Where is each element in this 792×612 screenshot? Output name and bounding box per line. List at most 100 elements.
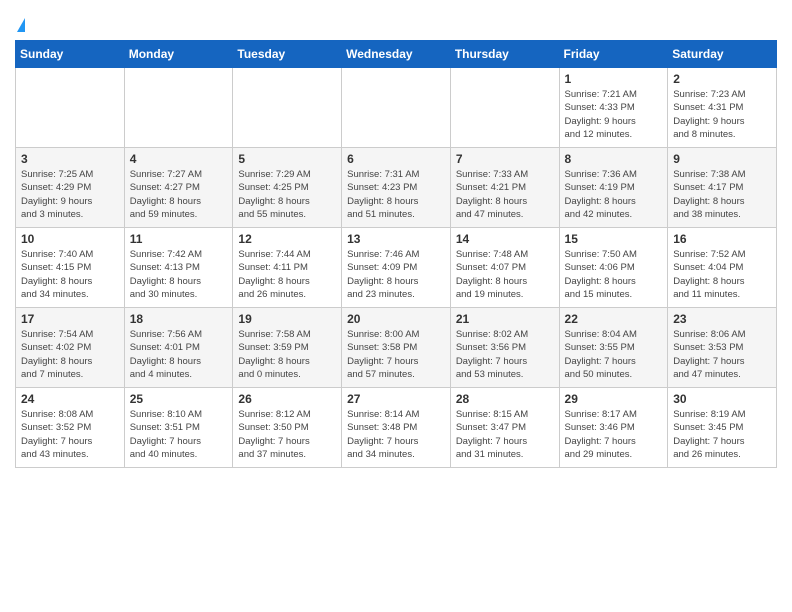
day-info: Sunrise: 8:06 AM Sunset: 3:53 PM Dayligh… <box>673 328 771 381</box>
calendar-cell: 10 Sunrise: 7:40 AM Sunset: 4:15 PM Dayli… <box>16 228 125 308</box>
calendar-cell: 11Sunrise: 7:42 AM Sunset: 4:13 PM Dayli… <box>124 228 233 308</box>
calendar-cell: 4 Sunrise: 7:27 AM Sunset: 4:27 PM Daylig… <box>124 148 233 228</box>
calendar-cell: 21 Sunrise: 8:02 AM Sunset: 3:56 PM Dayli… <box>450 308 559 388</box>
calendar-cell: 20 Sunrise: 8:00 AM Sunset: 3:58 PM Dayli… <box>342 308 451 388</box>
day-number: 16 <box>673 232 771 246</box>
day-info: Sunrise: 8:10 AM Sunset: 3:51 PM Dayligh… <box>130 408 228 461</box>
day-number: 29 <box>565 392 663 406</box>
day-number: 28 <box>456 392 554 406</box>
calendar-cell: 12 Sunrise: 7:44 AM Sunset: 4:11 PM Dayli… <box>233 228 342 308</box>
day-info: Sunrise: 8:17 AM Sunset: 3:46 PM Dayligh… <box>565 408 663 461</box>
day-number: 15 <box>565 232 663 246</box>
calendar-cell: 26 Sunrise: 8:12 AM Sunset: 3:50 PM Dayli… <box>233 388 342 468</box>
calendar-cell: 5Sunrise: 7:29 AM Sunset: 4:25 PM Daylig… <box>233 148 342 228</box>
day-number: 17 <box>21 312 119 326</box>
day-number: 6 <box>347 152 445 166</box>
day-header-friday: Friday <box>559 41 668 68</box>
week-row-3: 17Sunrise: 7:54 AM Sunset: 4:02 PM Dayli… <box>16 308 777 388</box>
day-number: 12 <box>238 232 336 246</box>
day-info: Sunrise: 8:14 AM Sunset: 3:48 PM Dayligh… <box>347 408 445 461</box>
calendar-cell: 23 Sunrise: 8:06 AM Sunset: 3:53 PM Dayli… <box>668 308 777 388</box>
day-number: 2 <box>673 72 771 86</box>
day-number: 8 <box>565 152 663 166</box>
calendar-cell: 29 Sunrise: 8:17 AM Sunset: 3:46 PM Dayli… <box>559 388 668 468</box>
calendar-cell: 25 Sunrise: 8:10 AM Sunset: 3:51 PM Dayli… <box>124 388 233 468</box>
calendar-header: SundayMondayTuesdayWednesdayThursdayFrid… <box>16 41 777 68</box>
day-info: Sunrise: 8:00 AM Sunset: 3:58 PM Dayligh… <box>347 328 445 381</box>
day-header-thursday: Thursday <box>450 41 559 68</box>
day-number: 4 <box>130 152 228 166</box>
day-info: Sunrise: 8:08 AM Sunset: 3:52 PM Dayligh… <box>21 408 119 461</box>
calendar-cell: 18Sunrise: 7:56 AM Sunset: 4:01 PM Dayli… <box>124 308 233 388</box>
day-info: Sunrise: 8:15 AM Sunset: 3:47 PM Dayligh… <box>456 408 554 461</box>
day-info: Sunrise: 7:44 AM Sunset: 4:11 PM Dayligh… <box>238 248 336 301</box>
week-row-4: 24 Sunrise: 8:08 AM Sunset: 3:52 PM Dayli… <box>16 388 777 468</box>
week-row-2: 10 Sunrise: 7:40 AM Sunset: 4:15 PM Dayli… <box>16 228 777 308</box>
day-number: 30 <box>673 392 771 406</box>
day-number: 21 <box>456 312 554 326</box>
day-number: 24 <box>21 392 119 406</box>
day-number: 13 <box>347 232 445 246</box>
day-info: Sunrise: 7:52 AM Sunset: 4:04 PM Dayligh… <box>673 248 771 301</box>
day-info: Sunrise: 7:50 AM Sunset: 4:06 PM Dayligh… <box>565 248 663 301</box>
day-info: Sunrise: 7:40 AM Sunset: 4:15 PM Dayligh… <box>21 248 119 301</box>
day-info: Sunrise: 7:36 AM Sunset: 4:19 PM Dayligh… <box>565 168 663 221</box>
day-header-wednesday: Wednesday <box>342 41 451 68</box>
day-info: Sunrise: 7:58 AM Sunset: 3:59 PM Dayligh… <box>238 328 336 381</box>
day-number: 26 <box>238 392 336 406</box>
day-number: 20 <box>347 312 445 326</box>
logo <box>15 18 25 32</box>
day-number: 14 <box>456 232 554 246</box>
day-info: Sunrise: 7:23 AM Sunset: 4:31 PM Dayligh… <box>673 88 771 141</box>
calendar-cell: 3 Sunrise: 7:25 AM Sunset: 4:29 PM Daylig… <box>16 148 125 228</box>
day-number: 18 <box>130 312 228 326</box>
calendar-cell: 15 Sunrise: 7:50 AM Sunset: 4:06 PM Dayli… <box>559 228 668 308</box>
day-number: 23 <box>673 312 771 326</box>
day-header-tuesday: Tuesday <box>233 41 342 68</box>
calendar-cell: 1 Sunrise: 7:21 AM Sunset: 4:33 PM Daylig… <box>559 68 668 148</box>
day-info: Sunrise: 8:02 AM Sunset: 3:56 PM Dayligh… <box>456 328 554 381</box>
calendar-cell: 17Sunrise: 7:54 AM Sunset: 4:02 PM Dayli… <box>16 308 125 388</box>
calendar-cell: 9 Sunrise: 7:38 AM Sunset: 4:17 PM Daylig… <box>668 148 777 228</box>
day-info: Sunrise: 7:31 AM Sunset: 4:23 PM Dayligh… <box>347 168 445 221</box>
day-info: Sunrise: 7:25 AM Sunset: 4:29 PM Dayligh… <box>21 168 119 221</box>
day-header-monday: Monday <box>124 41 233 68</box>
calendar-cell: 16 Sunrise: 7:52 AM Sunset: 4:04 PM Dayli… <box>668 228 777 308</box>
calendar-cell: 2 Sunrise: 7:23 AM Sunset: 4:31 PM Daylig… <box>668 68 777 148</box>
calendar-body: 1 Sunrise: 7:21 AM Sunset: 4:33 PM Daylig… <box>16 68 777 468</box>
day-header-saturday: Saturday <box>668 41 777 68</box>
calendar-cell: 14 Sunrise: 7:48 AM Sunset: 4:07 PM Dayli… <box>450 228 559 308</box>
day-number: 27 <box>347 392 445 406</box>
day-header-sunday: Sunday <box>16 41 125 68</box>
day-info: Sunrise: 8:19 AM Sunset: 3:45 PM Dayligh… <box>673 408 771 461</box>
day-number: 25 <box>130 392 228 406</box>
day-info: Sunrise: 7:27 AM Sunset: 4:27 PM Dayligh… <box>130 168 228 221</box>
week-row-1: 3 Sunrise: 7:25 AM Sunset: 4:29 PM Daylig… <box>16 148 777 228</box>
day-info: Sunrise: 7:33 AM Sunset: 4:21 PM Dayligh… <box>456 168 554 221</box>
calendar-cell <box>450 68 559 148</box>
calendar-cell <box>16 68 125 148</box>
day-info: Sunrise: 7:48 AM Sunset: 4:07 PM Dayligh… <box>456 248 554 301</box>
day-number: 1 <box>565 72 663 86</box>
calendar-cell: 8 Sunrise: 7:36 AM Sunset: 4:19 PM Daylig… <box>559 148 668 228</box>
day-info: Sunrise: 7:21 AM Sunset: 4:33 PM Dayligh… <box>565 88 663 141</box>
calendar-cell: 24 Sunrise: 8:08 AM Sunset: 3:52 PM Dayli… <box>16 388 125 468</box>
calendar-table: SundayMondayTuesdayWednesdayThursdayFrid… <box>15 40 777 468</box>
calendar-cell <box>233 68 342 148</box>
day-number: 22 <box>565 312 663 326</box>
calendar-cell: 28 Sunrise: 8:15 AM Sunset: 3:47 PM Dayli… <box>450 388 559 468</box>
calendar-cell: 6 Sunrise: 7:31 AM Sunset: 4:23 PM Daylig… <box>342 148 451 228</box>
day-info: Sunrise: 7:29 AM Sunset: 4:25 PM Dayligh… <box>238 168 336 221</box>
calendar-cell: 27 Sunrise: 8:14 AM Sunset: 3:48 PM Dayli… <box>342 388 451 468</box>
header <box>15 10 777 32</box>
day-number: 3 <box>21 152 119 166</box>
calendar-cell <box>342 68 451 148</box>
calendar-cell: 7Sunrise: 7:33 AM Sunset: 4:21 PM Daylig… <box>450 148 559 228</box>
day-info: Sunrise: 7:38 AM Sunset: 4:17 PM Dayligh… <box>673 168 771 221</box>
calendar-cell: 30 Sunrise: 8:19 AM Sunset: 3:45 PM Dayli… <box>668 388 777 468</box>
day-info: Sunrise: 8:12 AM Sunset: 3:50 PM Dayligh… <box>238 408 336 461</box>
day-number: 10 <box>21 232 119 246</box>
day-info: Sunrise: 7:42 AM Sunset: 4:13 PM Dayligh… <box>130 248 228 301</box>
day-number: 9 <box>673 152 771 166</box>
calendar-cell: 19Sunrise: 7:58 AM Sunset: 3:59 PM Dayli… <box>233 308 342 388</box>
